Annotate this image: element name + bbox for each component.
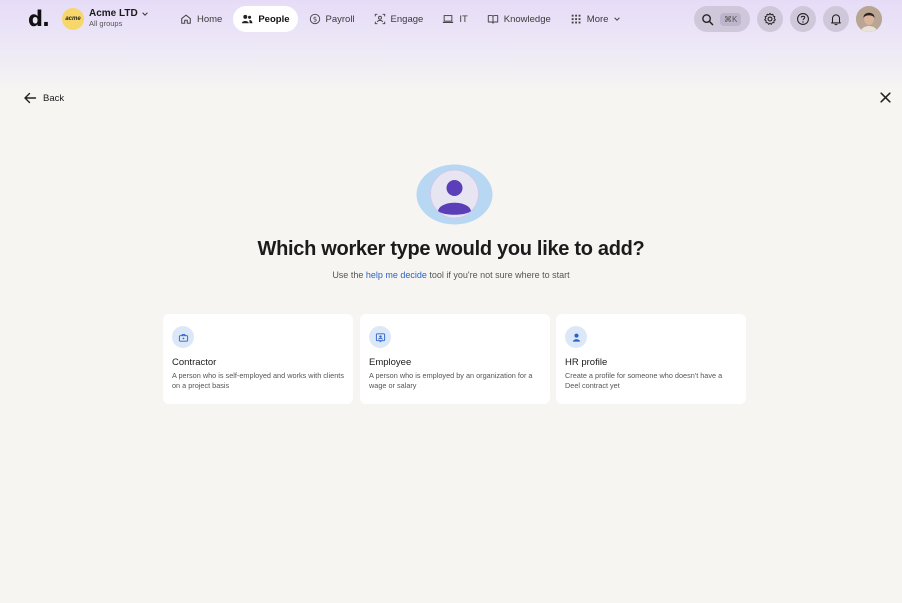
back-button[interactable]: Back — [23, 91, 64, 105]
nav-item-label: Engage — [390, 13, 424, 25]
card-description: A person who is employed by an organizat… — [369, 371, 533, 390]
card-title: HR profile — [565, 357, 608, 368]
avatar-image — [856, 6, 882, 32]
grid-icon — [571, 14, 581, 24]
help-button[interactable] — [790, 6, 816, 32]
notifications-button[interactable] — [823, 6, 849, 32]
home-icon — [181, 14, 191, 24]
toolbar-right: ⌘K — [694, 6, 882, 32]
card-title: Contractor — [172, 357, 217, 368]
org-switcher[interactable]: acme Acme LTD All groups — [62, 8, 149, 30]
employee-card[interactable]: Employee A person who is employed by an … — [360, 314, 550, 404]
laptop-icon — [443, 15, 454, 23]
back-label: Back — [43, 92, 65, 104]
top-navigation-bar: d. acme Acme LTD All groups Home People … — [0, 0, 902, 38]
close-icon[interactable] — [879, 91, 892, 104]
help-icon — [797, 13, 809, 25]
card-title: Employee — [369, 357, 412, 368]
hr-profile-card[interactable]: HR profile Create a profile for someone … — [556, 314, 746, 404]
engage-icon — [374, 13, 385, 25]
nav-item-people[interactable]: People — [233, 6, 298, 32]
org-subtitle: All groups — [89, 19, 123, 28]
org-logo: acme — [62, 8, 84, 30]
main-nav: Home People $ Payroll Engage IT Knowledg… — [172, 6, 632, 32]
settings-button[interactable] — [757, 6, 783, 32]
search-shortcut: ⌘K — [720, 12, 742, 26]
nav-item-engage[interactable]: Engage — [366, 6, 432, 32]
worker-illustration — [416, 164, 493, 225]
chevron-down-icon — [141, 12, 148, 16]
search-button[interactable]: ⌘K — [694, 6, 750, 32]
arrow-left-icon — [24, 92, 37, 104]
nav-item-label: Home — [197, 13, 223, 25]
org-name: Acme LTD — [89, 9, 149, 19]
nav-item-home[interactable]: Home — [172, 6, 230, 32]
nav-item-more[interactable]: More — [562, 6, 630, 32]
card-icon-badge — [565, 326, 587, 348]
user-avatar[interactable] — [856, 6, 882, 32]
card-icon-badge — [369, 326, 391, 348]
card-description: A person who is self-employed and works … — [172, 371, 344, 390]
nav-item-it[interactable]: IT — [434, 6, 475, 32]
nav-item-label: Knowledge — [503, 13, 551, 25]
nav-item-knowledge[interactable]: Knowledge — [479, 6, 559, 32]
briefcase-icon — [178, 333, 188, 342]
svg-text:$: $ — [312, 16, 316, 24]
id-card-icon — [375, 332, 385, 342]
dollar-icon: $ — [309, 13, 320, 25]
page-subtitle: Use the help me decide tool if you're no… — [332, 270, 570, 280]
nav-item-label: People — [258, 13, 290, 25]
bell-icon — [831, 14, 841, 26]
search-icon — [702, 13, 714, 25]
page-title: Which worker type would you like to add? — [257, 238, 645, 260]
card-description: Create a profile for someone who doesn't… — [565, 371, 723, 390]
gear-icon — [764, 12, 776, 25]
people-icon — [242, 14, 253, 24]
chevron-down-icon — [614, 17, 621, 21]
help-me-decide-link[interactable]: help me decide — [366, 270, 427, 280]
nav-item-payroll[interactable]: $ Payroll — [301, 6, 363, 32]
card-icon-badge — [172, 326, 194, 348]
user-icon — [572, 333, 580, 342]
contractor-card[interactable]: Contractor A person who is self-employed… — [163, 314, 353, 404]
brand-logo[interactable]: d. — [28, 7, 50, 31]
book-icon — [487, 15, 498, 24]
nav-item-label: Payroll — [325, 13, 355, 25]
nav-item-label: IT — [459, 13, 468, 25]
nav-item-label: More — [586, 13, 609, 25]
